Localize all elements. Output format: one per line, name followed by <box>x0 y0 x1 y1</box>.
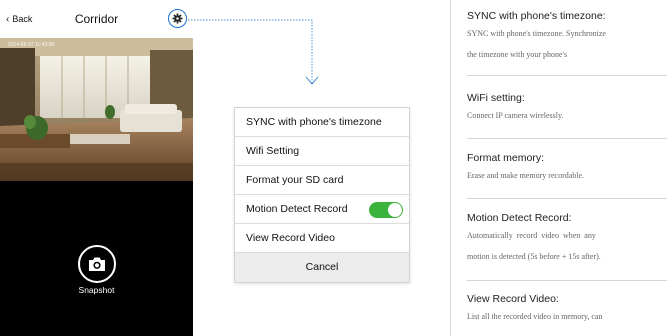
desc-heading: View Record Video: <box>467 293 559 305</box>
desc-format-memory: Format memory: Erase and make memory rec… <box>467 152 671 186</box>
menu-item-label: Wifi Setting <box>246 145 300 157</box>
menu-item-wifi-setting[interactable]: Wifi Setting <box>235 137 409 166</box>
camera-timestamp: 2014-06-07 11:43:58 <box>8 42 55 48</box>
panel-divider <box>450 0 451 336</box>
desc-text: the timezone with your phone's <box>467 50 568 59</box>
divider <box>467 198 667 199</box>
snapshot-button[interactable] <box>78 245 116 283</box>
desc-heading: Motion Detect Record: <box>467 212 572 224</box>
camera-video-feed[interactable]: 2014-06-07 11:43:58 <box>0 38 193 181</box>
desc-sync-timezone: SYNC with phone's timezone: SYNC with ph… <box>467 10 671 65</box>
cancel-button[interactable]: Cancel <box>235 253 409 282</box>
settings-menu: SYNC with phone's timezone Wifi Setting … <box>234 107 410 283</box>
desc-heading: Format memory: <box>467 152 545 164</box>
menu-item-format-sd[interactable]: Format your SD card <box>235 166 409 195</box>
nav-bar: ‹ Back Corridor <box>0 0 193 38</box>
toggle-knob <box>388 203 402 217</box>
divider <box>467 280 667 281</box>
desc-text: Connect IP camera wirelessly. <box>467 111 564 120</box>
menu-item-sync-timezone[interactable]: SYNC with phone's timezone <box>235 108 409 137</box>
page-title: Corridor <box>74 12 119 26</box>
snapshot-label: Snapshot <box>78 285 115 295</box>
menu-item-label: SYNC with phone's timezone <box>246 116 382 128</box>
room-image <box>0 38 193 181</box>
desc-text: List all the recorded video in memory, c… <box>467 312 603 321</box>
desc-heading: WiFi setting: <box>467 92 525 104</box>
divider <box>467 138 667 139</box>
desc-text: Automatically record video when any <box>467 231 596 240</box>
menu-item-label: Format your SD card <box>246 174 344 186</box>
desc-heading: SYNC with phone's timezone: <box>467 10 606 22</box>
connector-arrow <box>188 19 319 85</box>
gear-icon[interactable] <box>168 9 187 28</box>
desc-text: Erase and make memory recordable. <box>467 171 585 180</box>
phone-screen: ‹ Back Corridor 2014-06-07 11:43:58 Snap… <box>0 0 193 336</box>
menu-item-label: View Record Video <box>246 232 335 244</box>
camera-icon <box>89 257 105 271</box>
desc-text: SYNC with phone's timezone. Synchronize <box>467 29 606 38</box>
divider <box>467 75 667 76</box>
desc-view-record: View Record Video: List all the recorded… <box>467 293 671 327</box>
menu-item-view-record[interactable]: View Record Video <box>235 224 409 253</box>
motion-detect-toggle[interactable] <box>369 202 403 218</box>
desc-wifi-setting: WiFi setting: Connect IP camera wireless… <box>467 92 671 126</box>
menu-item-label: Motion Detect Record <box>246 203 348 215</box>
menu-item-motion-detect[interactable]: Motion Detect Record <box>235 195 409 224</box>
desc-motion-detect: Motion Detect Record: Automatically reco… <box>467 212 671 267</box>
desc-text: motion is detected (5s before + 15s afte… <box>467 252 601 261</box>
